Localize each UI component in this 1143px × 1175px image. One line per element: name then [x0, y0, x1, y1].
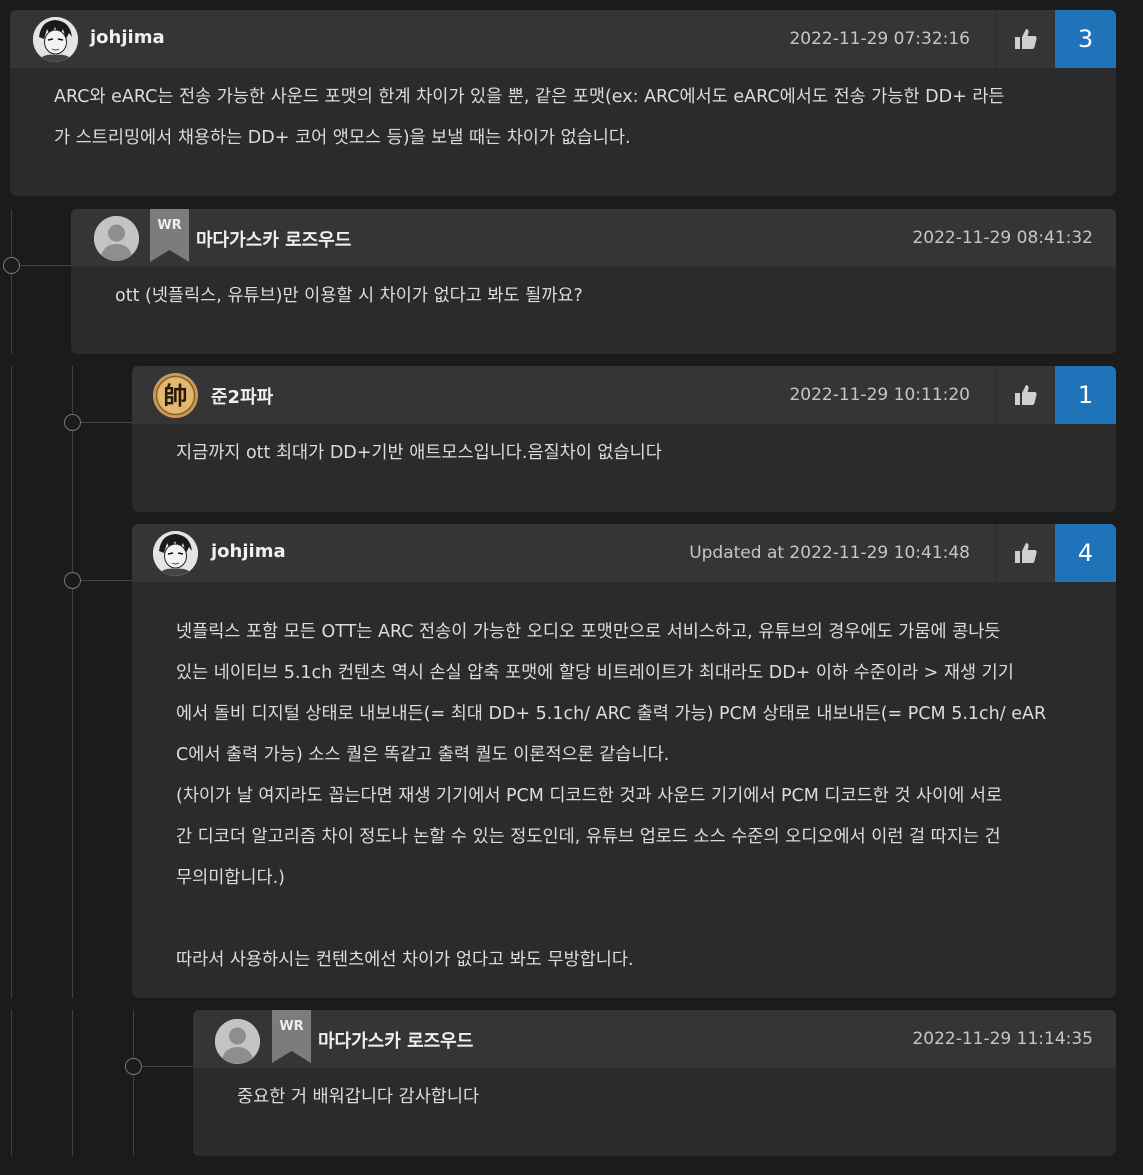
comment-text-line: 있는 네이티브 5.1ch 컨텐츠 역시 손실 압축 포맷에 할당 비트레이트가…	[176, 663, 1014, 683]
comment-text-line: 간 디코더 알고리즘 차이 정도나 논할 수 있는 정도인데, 유튜브 업로드 …	[176, 827, 1001, 847]
thread-line	[11, 210, 12, 354]
comment: 帥 준2파파 2022-11-29 10:11:20 1 지금까지 ott 최대…	[132, 366, 1116, 512]
comment-body: 중요한 거 배워갑니다 감사합니다	[193, 1068, 1116, 1118]
medallion-avatar-icon: 帥	[153, 373, 198, 418]
comment-thread: johjima 2022-11-29 07:32:16 3 ARC와 eARC는…	[0, 0, 1143, 1175]
thread-node	[3, 257, 20, 274]
comment-date: Updated at 2022-11-29 10:41:48	[689, 543, 970, 563]
comment-text-line: C에서 출력 가능) 소스 퀄은 똑같고 출력 퀄도 이론적으론 같습니다.	[176, 745, 670, 765]
author-name[interactable]: 마다가스카 로즈우드	[196, 226, 351, 252]
like-count: 1	[1055, 366, 1116, 424]
manga-avatar-icon	[153, 531, 198, 576]
comment-text-line	[176, 899, 1076, 940]
like-button[interactable]	[995, 524, 1055, 582]
comment-date: 2022-11-29 08:41:32	[912, 228, 1093, 248]
manga-avatar-icon	[33, 17, 78, 62]
comment-text-line: (차이가 날 여지라도 꼽는다면 재생 기기에서 PCM 디코드한 것과 사운드…	[176, 786, 1003, 806]
avatar[interactable]	[94, 216, 139, 261]
thread-line	[72, 1010, 73, 1156]
comment-body: 넷플릭스 포함 모든 OTT는 ARC 전송이 가능한 오디오 포맷만으로 서비…	[132, 582, 1116, 981]
avatar[interactable]	[215, 1019, 260, 1064]
writer-badge-label: WR	[279, 1019, 304, 1034]
thread-line	[72, 366, 73, 998]
like-count: 4	[1055, 524, 1116, 582]
comment-body: ott (넷플릭스, 유튜브)만 이용할 시 차이가 없다고 봐도 될까요?	[71, 267, 1116, 317]
default-user-icon	[215, 1019, 260, 1064]
comment-text-line: 따라서 사용하시는 컨텐츠에선 차이가 없다고 봐도 무방합니다.	[176, 950, 634, 970]
writer-badge: WR	[272, 1010, 311, 1063]
comment-header: 帥 준2파파 2022-11-29 10:11:20 1	[132, 366, 1116, 424]
author-name[interactable]: 준2파파	[211, 383, 273, 409]
thread-node	[125, 1058, 142, 1075]
thumbs-up-icon	[1014, 29, 1037, 49]
thread-connector	[12, 265, 72, 266]
comment-text-line: 에서 돌비 디지털 상태로 내보내든(= 최대 DD+ 5.1ch/ ARC 출…	[176, 704, 1047, 724]
comment-date: 2022-11-29 10:11:20	[789, 385, 970, 405]
avatar[interactable]: 帥	[153, 373, 198, 418]
thumbs-up-icon	[1014, 385, 1037, 405]
thread-node	[64, 414, 81, 431]
writer-badge-label: WR	[157, 218, 182, 233]
comment: WR 마다가스카 로즈우드 2022-11-29 11:14:35 중요한 거 …	[193, 1010, 1116, 1156]
comment-header: johjima 2022-11-29 07:32:16 3	[10, 10, 1116, 68]
bookmark-ribbon-icon	[272, 1010, 311, 1063]
comment: WR 마다가스카 로즈우드 2022-11-29 08:41:32 ott (넷…	[71, 209, 1116, 354]
thread-connector	[73, 580, 133, 581]
thread-node	[64, 572, 81, 589]
thread-connector	[73, 422, 133, 423]
comment-text-line: 무의미합니다.)	[176, 868, 285, 888]
avatar[interactable]	[33, 17, 78, 62]
comment: johjima Updated at 2022-11-29 10:41:48 4…	[132, 524, 1116, 998]
comment-text-line: 중요한 거 배워갑니다 감사합니다	[237, 1087, 480, 1107]
thread-line	[11, 366, 12, 998]
comment-header: WR 마다가스카 로즈우드 2022-11-29 08:41:32	[71, 209, 1116, 267]
like-button[interactable]	[995, 366, 1055, 424]
thread-line	[11, 1010, 12, 1156]
thread-connector	[134, 1066, 194, 1067]
author-name[interactable]: johjima	[211, 541, 286, 562]
default-user-icon	[94, 216, 139, 261]
author-name[interactable]: 마다가스카 로즈우드	[318, 1027, 473, 1053]
comment-header: WR 마다가스카 로즈우드 2022-11-29 11:14:35	[193, 1010, 1116, 1068]
comment-body: 지금까지 ott 최대가 DD+기반 애트모스입니다.음질차이 없습니다	[132, 424, 1116, 474]
writer-badge: WR	[150, 209, 189, 262]
thumbs-up-icon	[1014, 543, 1037, 563]
comment-date: 2022-11-29 07:32:16	[789, 29, 970, 49]
comment-body: ARC와 eARC는 전송 가능한 사운드 포맷의 한계 차이가 있을 뿐, 같…	[10, 68, 1116, 159]
like-button[interactable]	[995, 10, 1055, 68]
thread-line	[133, 1010, 134, 1156]
bookmark-ribbon-icon	[150, 209, 189, 262]
avatar-glyph: 帥	[164, 382, 188, 410]
comment-text-line: ARC와 eARC는 전송 가능한 사운드 포맷의 한계 차이가 있을 뿐, 같…	[54, 87, 1005, 107]
comment-text-line: 가 스트리밍에서 채용하는 DD+ 코어 앳모스 등)을 보낼 때는 차이가 없…	[54, 128, 631, 148]
comment-header: johjima Updated at 2022-11-29 10:41:48 4	[132, 524, 1116, 582]
comment-text-line: 지금까지 ott 최대가 DD+기반 애트모스입니다.음질차이 없습니다	[176, 443, 662, 463]
comment: johjima 2022-11-29 07:32:16 3 ARC와 eARC는…	[10, 10, 1116, 196]
comment-date: 2022-11-29 11:14:35	[912, 1029, 1093, 1049]
author-name[interactable]: johjima	[90, 27, 165, 48]
avatar[interactable]	[153, 531, 198, 576]
comment-text-line: ott (넷플릭스, 유튜브)만 이용할 시 차이가 없다고 봐도 될까요?	[115, 286, 583, 306]
like-count: 3	[1055, 10, 1116, 68]
comment-text-line: 넷플릭스 포함 모든 OTT는 ARC 전송이 가능한 오디오 포맷만으로 서비…	[176, 622, 1001, 642]
